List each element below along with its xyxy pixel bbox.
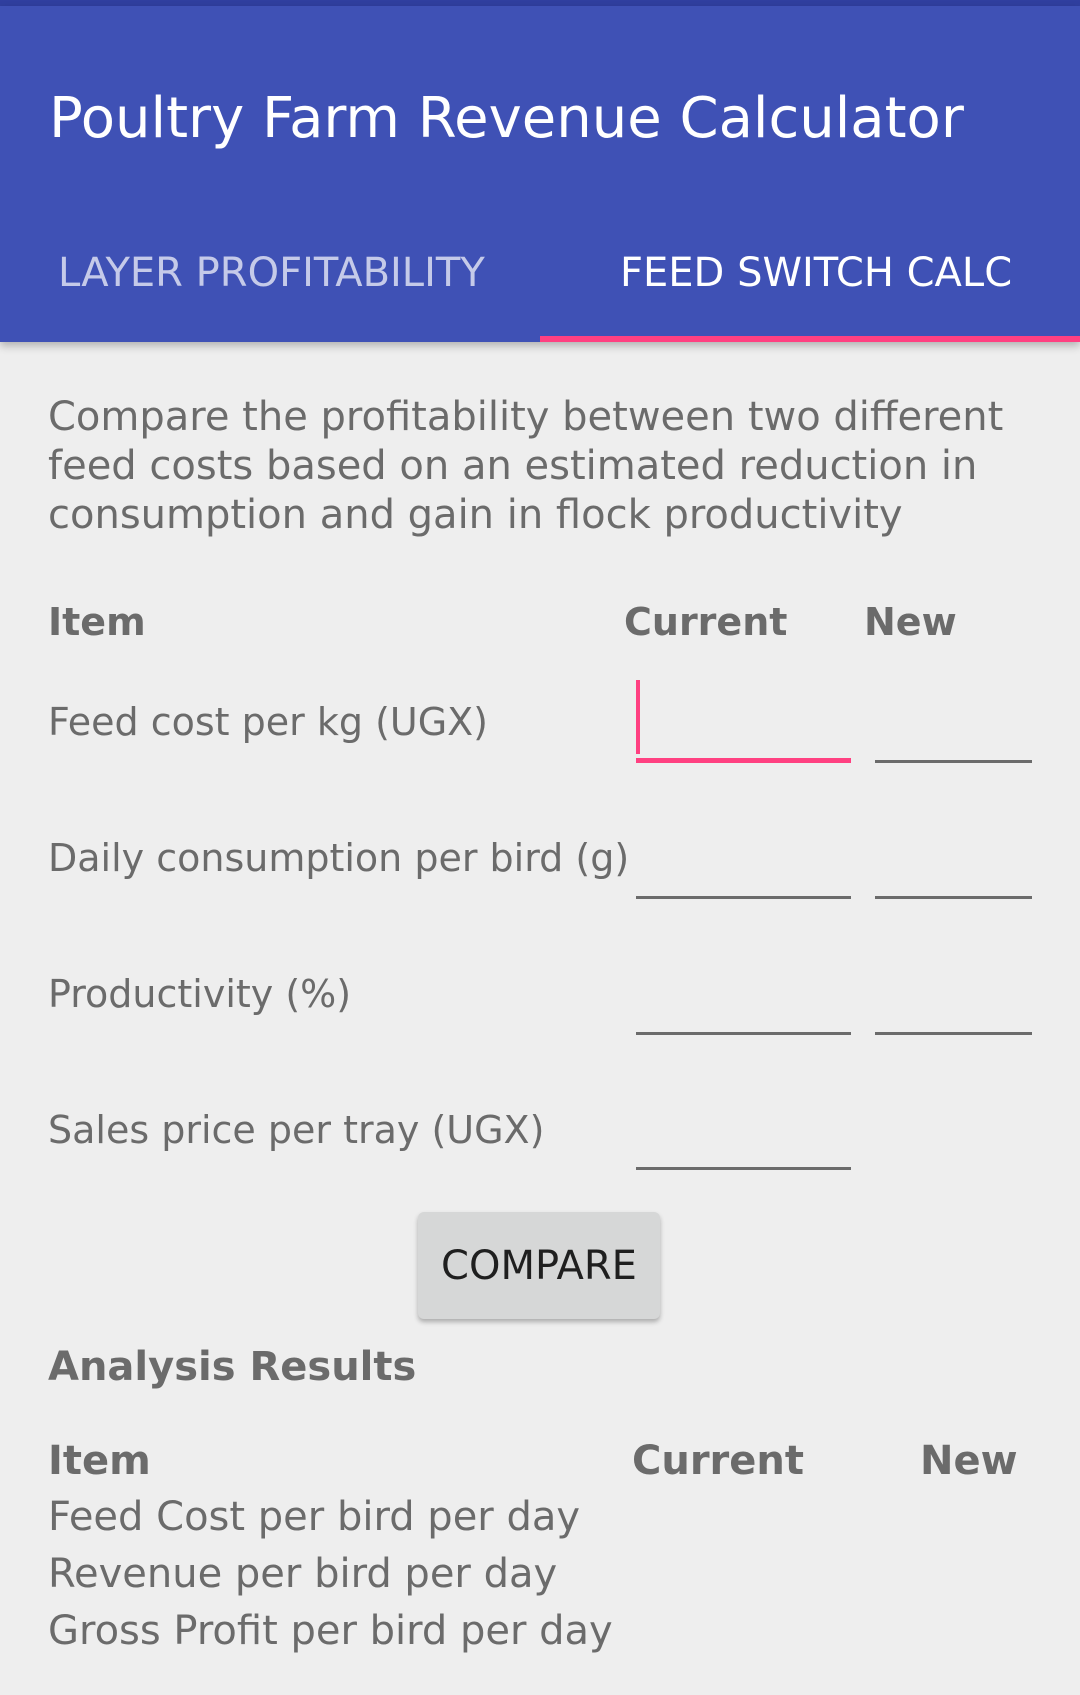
results-header-new: New	[920, 1438, 1018, 1484]
app-bar: Poultry Farm Revenue Calculator LAYER PR…	[0, 6, 1080, 342]
productivity-current-input[interactable]	[636, 982, 851, 1035]
sales-price-label: Sales price per tray (UGX)	[48, 1108, 545, 1152]
feed-cost-label: Feed cost per kg (UGX)	[48, 700, 489, 744]
daily-consumption-new-input[interactable]	[875, 846, 1032, 899]
productivity-new-input[interactable]	[875, 982, 1032, 1035]
tab-feed-switch-calc[interactable]: FEED SWITCH CALC	[620, 250, 1012, 296]
analysis-results-title: Analysis Results	[48, 1344, 417, 1390]
tab-indicator	[540, 336, 1080, 342]
results-header-current: Current	[632, 1438, 805, 1484]
description-text: Compare the profitability between two di…	[48, 394, 1004, 538]
app-title: Poultry Farm Revenue Calculator	[49, 86, 964, 151]
compare-button[interactable]: COMPARE	[418, 1212, 660, 1319]
result-feed-cost-label: Feed Cost per bird per day	[48, 1494, 581, 1540]
feed-cost-new-input[interactable]	[875, 710, 1032, 763]
input-header-current: Current	[624, 600, 788, 644]
sales-price-current-input[interactable]	[636, 1117, 851, 1170]
feed-cost-current-input[interactable]	[636, 708, 851, 763]
tab-layer-profitability[interactable]: LAYER PROFITABILITY	[58, 250, 485, 296]
daily-consumption-current-input[interactable]	[636, 846, 851, 899]
input-header-new: New	[864, 600, 957, 644]
results-header-item: Item	[48, 1438, 151, 1484]
productivity-label: Productivity (%)	[48, 972, 352, 1016]
text-cursor	[636, 680, 640, 754]
result-revenue-label: Revenue per bird per day	[48, 1551, 558, 1597]
input-header-item: Item	[48, 600, 146, 644]
result-gross-profit-label: Gross Profit per bird per day	[48, 1608, 613, 1654]
daily-consumption-label: Daily consumption per bird (g)	[48, 836, 630, 880]
